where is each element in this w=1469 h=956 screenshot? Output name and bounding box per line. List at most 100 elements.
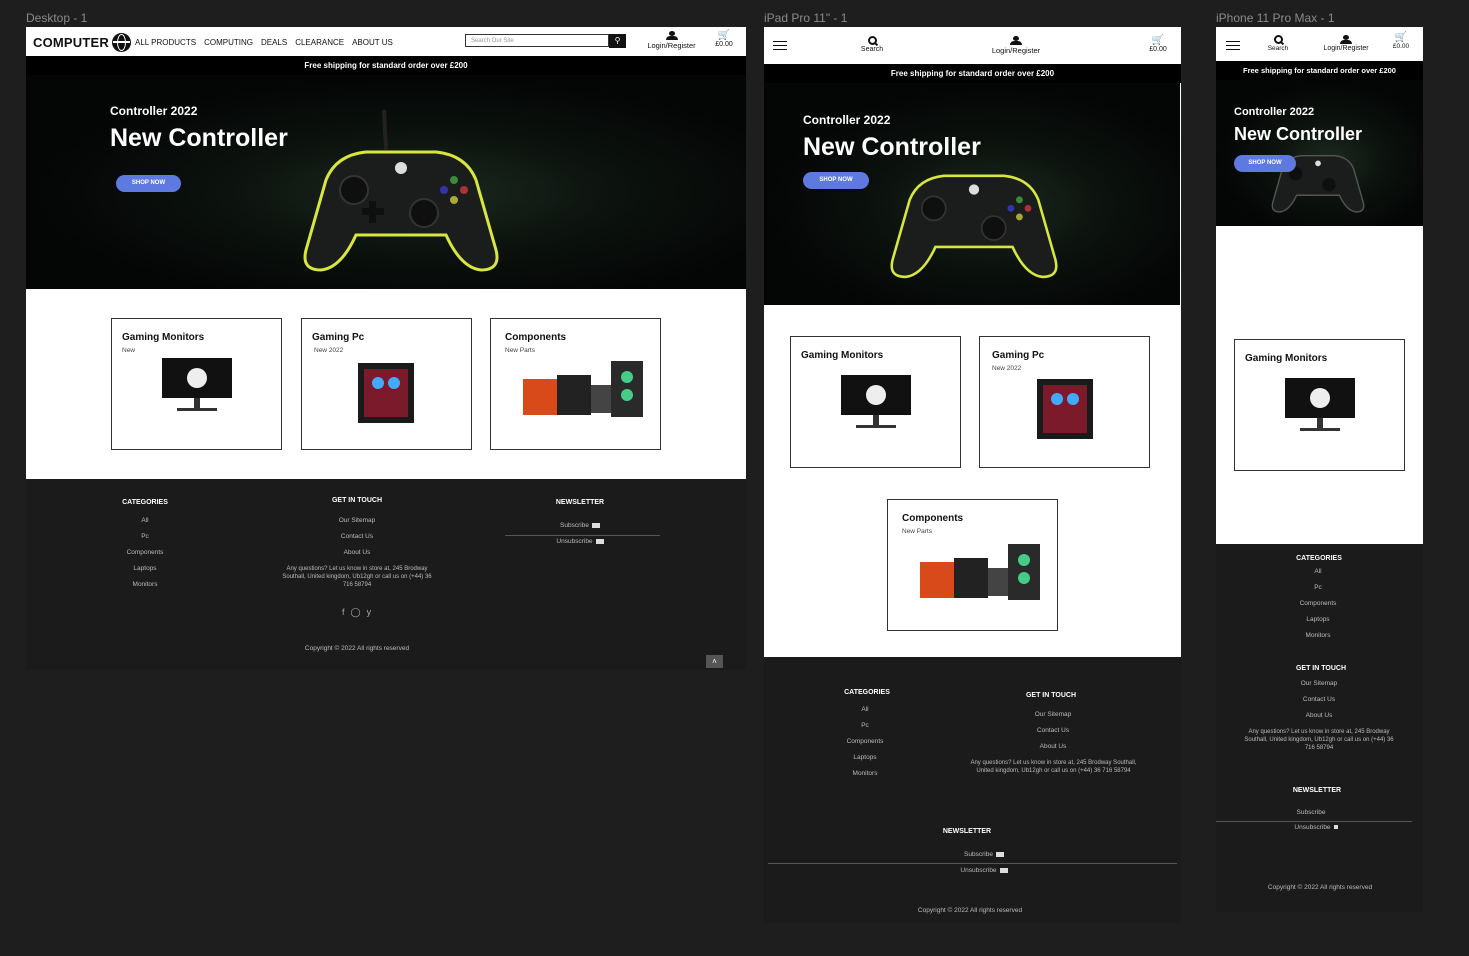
card-title: Gaming Monitors [122,332,205,343]
search-button[interactable]: Search [1260,35,1296,52]
mail-icon [995,851,1004,857]
footer-link-components[interactable]: Components [1278,600,1358,607]
nav-clearance[interactable]: CLEARANCE [295,38,344,47]
login-register-button[interactable]: Login/Register [644,31,699,50]
search-input[interactable]: Search Our Site [465,34,609,47]
footer-link-sitemap[interactable]: Our Sitemap [1279,680,1359,687]
footer: CATEGORIES All Pc Components Laptops Mon… [26,479,746,670]
search-button[interactable]: Search [852,36,892,53]
shop-now-button[interactable]: SHOP NOW [803,172,869,189]
footer: CATEGORIES All Pc Components Laptops Mon… [1216,544,1423,912]
footer-address: Any questions? Let us know in store at, … [282,566,432,588]
category-card[interactable]: Gaming Pc New 2022 [979,336,1150,468]
cart-button[interactable]: 🛒 £0.00 [1387,32,1415,51]
unsubscribe-link[interactable]: Unsubscribe [1276,824,1356,831]
components-image [920,544,1040,600]
footer-link-pc[interactable]: Pc [1278,584,1358,591]
unsubscribe-link[interactable]: Unsubscribe [540,538,620,545]
get-in-touch-heading: GET IN TOUCH [331,497,383,504]
footer-link-about[interactable]: About Us [1279,712,1359,719]
login-register-button[interactable]: Login/Register [1316,35,1376,52]
footer-link-monitors[interactable]: Monitors [1278,632,1358,639]
footer-link-contact[interactable]: Contact Us [1013,727,1093,734]
footer-link-contact[interactable]: Contact Us [1279,696,1359,703]
logo[interactable]: COMPUTER [33,33,131,52]
card-title: Gaming Pc [992,350,1045,361]
card-title: Components [902,513,964,524]
login-register-button[interactable]: Login/Register [986,36,1046,55]
monitor-image [1285,378,1355,431]
search-label: Search [1267,45,1289,52]
hero-subtitle: Controller 2022 [1234,106,1315,118]
unsubscribe-label: Unsubscribe [1294,824,1331,831]
footer-link-contact[interactable]: Contact Us [317,533,397,540]
newsletter-divider [768,863,1177,864]
card-subtitle: New Parts [902,528,932,535]
newsletter-divider [1216,821,1412,822]
footer-link-about[interactable]: About Us [317,549,397,556]
footer-link-all[interactable]: All [835,706,895,713]
subscribe-link[interactable]: Subscribe [934,851,1034,858]
hero-subtitle: Controller 2022 [110,104,198,118]
copyright: Copyright © 2022 All rights reserved [917,907,1023,914]
unsubscribe-link[interactable]: Unsubscribe [934,867,1034,874]
login-label: Login/Register [1323,45,1369,52]
category-card[interactable]: Gaming Monitors [1234,339,1405,471]
instagram-icon[interactable]: ◯ [351,607,367,617]
footer-link-laptops[interactable]: Laptops [115,565,175,572]
footer-link-all[interactable]: All [1278,568,1358,575]
footer-link-pc[interactable]: Pc [115,533,175,540]
footer-link-pc[interactable]: Pc [835,722,895,729]
nav-about-us[interactable]: ABOUT US [352,38,393,47]
cart-button[interactable]: 🛒 £0.00 [711,31,737,49]
footer-link-monitors[interactable]: Monitors [835,770,895,777]
controller-image [1271,155,1365,213]
footer-link-laptops[interactable]: Laptops [835,754,895,761]
card-title: Gaming Monitors [1245,353,1328,364]
newsletter-divider [505,535,660,536]
category-card[interactable]: Components New Parts [490,318,661,450]
logo-text: COMPUTER [33,35,109,50]
category-card[interactable]: Gaming Monitors [790,336,961,468]
footer-link-about[interactable]: About Us [1013,743,1093,750]
category-card[interactable]: Gaming Pc New 2022 [301,318,472,450]
search-icon [1273,35,1283,44]
footer-link-laptops[interactable]: Laptops [1278,616,1358,623]
hero-banner: Controller 2022 New Controller SHOP NOW [764,83,1180,305]
mail-icon [1333,825,1338,830]
footer-link-components[interactable]: Components [115,549,175,556]
menu-icon[interactable] [773,41,787,50]
subscribe-label: Subscribe [560,522,589,529]
nav-deals[interactable]: DEALS [261,38,287,47]
gaming-pc-image [358,363,414,423]
footer-link-monitors[interactable]: Monitors [115,581,175,588]
chevron-up-icon: ˄ [712,657,717,666]
social-icons: f◯y [342,607,377,618]
hero-title: New Controller [803,133,981,161]
shop-now-button[interactable]: SHOP NOW [1234,155,1296,172]
search-button[interactable]: ⚲ [609,34,626,48]
header: COMPUTER ALL PRODUCTS COMPUTING DEALS CL… [26,27,746,56]
back-to-top-button[interactable]: ˄ [706,655,723,668]
footer-link-all[interactable]: All [115,517,175,524]
cart-button[interactable]: 🛒 £0.00 [1144,36,1172,54]
footer-link-sitemap[interactable]: Our Sitemap [317,517,397,524]
footer-link-components[interactable]: Components [835,738,895,745]
twitter-icon[interactable]: y [367,607,378,617]
category-card[interactable]: Gaming Monitors New [111,318,282,450]
menu-icon[interactable] [1226,41,1240,50]
footer-link-sitemap[interactable]: Our Sitemap [1013,711,1093,718]
cart-icon: 🛒 [1394,32,1408,43]
iphone-frame-label: iPhone 11 Pro Max - 1 [1216,11,1335,25]
mail-icon [999,867,1008,873]
footer-address: Any questions? Let us know in store at, … [970,760,1137,774]
nav-computing[interactable]: COMPUTING [204,38,253,47]
shop-now-button[interactable]: SHOP NOW [116,175,181,192]
nav-all-products[interactable]: ALL PRODUCTS [135,38,196,47]
card-subtitle: New 2022 [992,365,1022,372]
unsubscribe-label: Unsubscribe [960,867,997,874]
subscribe-link[interactable]: Subscribe [1271,809,1351,816]
facebook-icon[interactable]: f [342,607,351,617]
category-card[interactable]: Components New Parts [887,499,1058,631]
subscribe-link[interactable]: Subscribe [540,522,620,529]
